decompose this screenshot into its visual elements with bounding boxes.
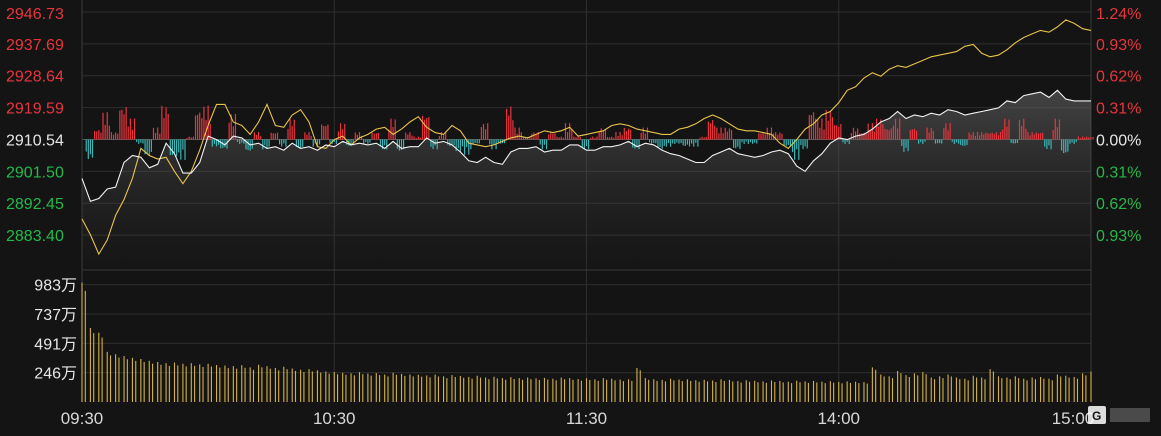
percent-tick-label: 0.62%: [1096, 69, 1141, 86]
percent-tick-label: 0.31%: [1096, 101, 1141, 118]
percent-tick-label: 0.00%: [1096, 133, 1141, 150]
price-tick-label: 2883.40: [6, 228, 64, 245]
volume-tick-label: 246万: [34, 366, 77, 383]
percent-tick-label: 0.93%: [1096, 228, 1141, 245]
price-tick-label: 2946.73: [6, 6, 64, 23]
volume-tick-label: 491万: [34, 336, 77, 353]
volume-axis: 983万 737万 491万 246万: [34, 278, 77, 383]
price-tick-label: 2919.59: [6, 101, 64, 118]
price-tick-label: 2892.45: [6, 196, 64, 213]
svg-text:G: G: [1092, 409, 1101, 423]
time-tick-label: 15:00: [1052, 409, 1095, 428]
price-tick-label: 2928.64: [6, 69, 64, 86]
price-tick-label: 2937.69: [6, 37, 64, 54]
percent-tick-label: 0.31%: [1096, 164, 1141, 181]
price-tick-label: 2910.54: [6, 133, 64, 150]
watermark-logo: G: [1088, 406, 1150, 424]
time-tick-label: 11:30: [566, 409, 607, 428]
right-percent-axis: 1.24% 0.93% 0.62% 0.31% 0.00% 0.31% 0.62% 0.93%: [1096, 6, 1141, 245]
intraday-chart: 2946.73 2937.69 2928.64 2919.59 2910.54 2901.…: [6, 0, 1150, 428]
time-axis: 09:30 10:30 11:30 14:00 15:00: [61, 409, 1095, 428]
left-price-axis: 2946.73 2937.69 2928.64 2919.59 2910.54 2901.…: [6, 6, 64, 245]
percent-tick-label: 1.24%: [1096, 6, 1141, 23]
time-tick-label: 10:30: [313, 409, 356, 428]
percent-tick-label: 0.62%: [1096, 196, 1141, 213]
time-tick-label: 09:30: [61, 409, 104, 428]
percent-tick-label: 0.93%: [1096, 37, 1141, 54]
time-tick-label: 14:00: [817, 409, 860, 428]
price-tick-label: 2901.50: [6, 164, 64, 181]
volume-tick-label: 737万: [34, 307, 77, 324]
volume-tick-label: 983万: [34, 278, 77, 295]
